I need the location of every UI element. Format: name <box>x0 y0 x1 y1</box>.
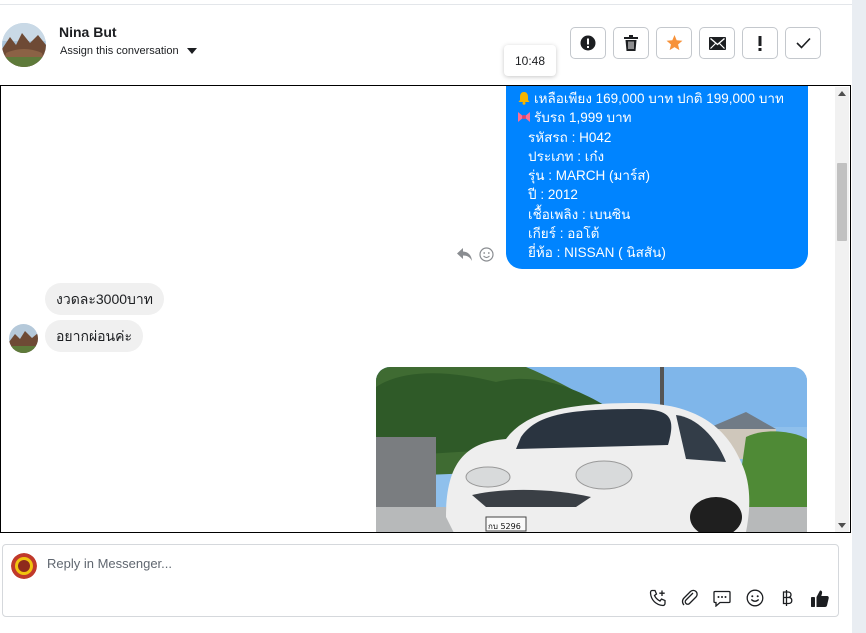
bell-icon <box>517 91 531 105</box>
baht-icon[interactable] <box>776 587 798 609</box>
reply-composer <box>2 544 839 617</box>
conversation-panel: Nina But Assign this conversation 10:48 … <box>0 0 852 633</box>
star-button[interactable] <box>656 27 692 59</box>
sender-avatar <box>9 324 38 353</box>
scrollbar-thumb[interactable] <box>837 163 847 241</box>
incoming-message-bubble[interactable]: งวดละ3000บาท <box>45 283 165 315</box>
trash-icon <box>624 35 638 51</box>
follow-up-button[interactable] <box>742 27 778 59</box>
timestamp-tooltip: 10:48 <box>504 45 556 76</box>
star-icon <box>666 35 682 51</box>
page-avatar <box>11 553 37 579</box>
divider <box>0 4 852 5</box>
assign-label: Assign this conversation <box>60 45 179 57</box>
message-line: เชื้อเพลิง : เบนซิน <box>528 206 631 222</box>
message-line: รุ่น : MARCH (มาร์ส) <box>528 168 650 184</box>
reply-input[interactable] <box>47 556 607 571</box>
incoming-message-bubble[interactable]: อยากผ่อนค่ะ <box>45 320 144 352</box>
exclamation-icon <box>758 35 762 51</box>
done-button[interactable] <box>785 27 821 59</box>
delete-button[interactable] <box>613 27 649 59</box>
saved-reply-icon[interactable] <box>711 587 733 609</box>
message-line: รับรถ 1,999 บาท <box>517 108 808 127</box>
message-line: ปี : 2012 <box>528 187 578 203</box>
ribbon-icon <box>517 110 531 124</box>
message-actions <box>457 247 494 267</box>
react-icon[interactable] <box>479 247 494 267</box>
mark-unread-button[interactable] <box>699 27 735 59</box>
emoji-icon[interactable] <box>744 587 766 609</box>
message-line: เหลือเพียง 169,000 บาท ปกติ 199,000 บาท <box>517 89 808 108</box>
license-plate: กบ 5296 <box>488 522 521 531</box>
scrollbar[interactable] <box>835 87 849 532</box>
outgoing-message-bubble[interactable]: เหลือเพียง 169,000 บาท ปกติ 199,000 บาท … <box>506 86 808 269</box>
message-line: ประเภท : เก๋ง <box>528 148 605 164</box>
scroll-down-arrow-icon[interactable] <box>838 523 846 528</box>
assign-conversation-dropdown[interactable]: Assign this conversation <box>60 45 197 57</box>
message-thread[interactable]: เหลือเพียง 169,000 บาท ปกติ 199,000 บาท … <box>0 85 851 533</box>
check-icon <box>795 37 811 49</box>
car-photo[interactable]: กบ 5296 <box>376 367 807 532</box>
message-line: ยี่ห้อ : NISSAN ( นิสสัน) <box>528 245 666 261</box>
caret-down-icon <box>186 48 197 54</box>
contact-avatar[interactable] <box>2 23 46 67</box>
alert-circle-icon <box>580 35 596 51</box>
spam-button[interactable] <box>570 27 606 59</box>
window-edge <box>852 0 866 633</box>
attachment-icon[interactable] <box>679 587 701 609</box>
envelope-icon <box>708 36 726 50</box>
scroll-up-arrow-icon[interactable] <box>838 91 846 96</box>
reply-icon[interactable] <box>457 247 473 267</box>
message-line: เกียร์ : ออโต้ <box>528 226 600 242</box>
message-line: รหัสรถ : H042 <box>528 129 612 145</box>
add-call-icon[interactable] <box>647 587 669 609</box>
like-icon[interactable] <box>809 587 831 609</box>
contact-name: Nina But <box>59 24 117 40</box>
